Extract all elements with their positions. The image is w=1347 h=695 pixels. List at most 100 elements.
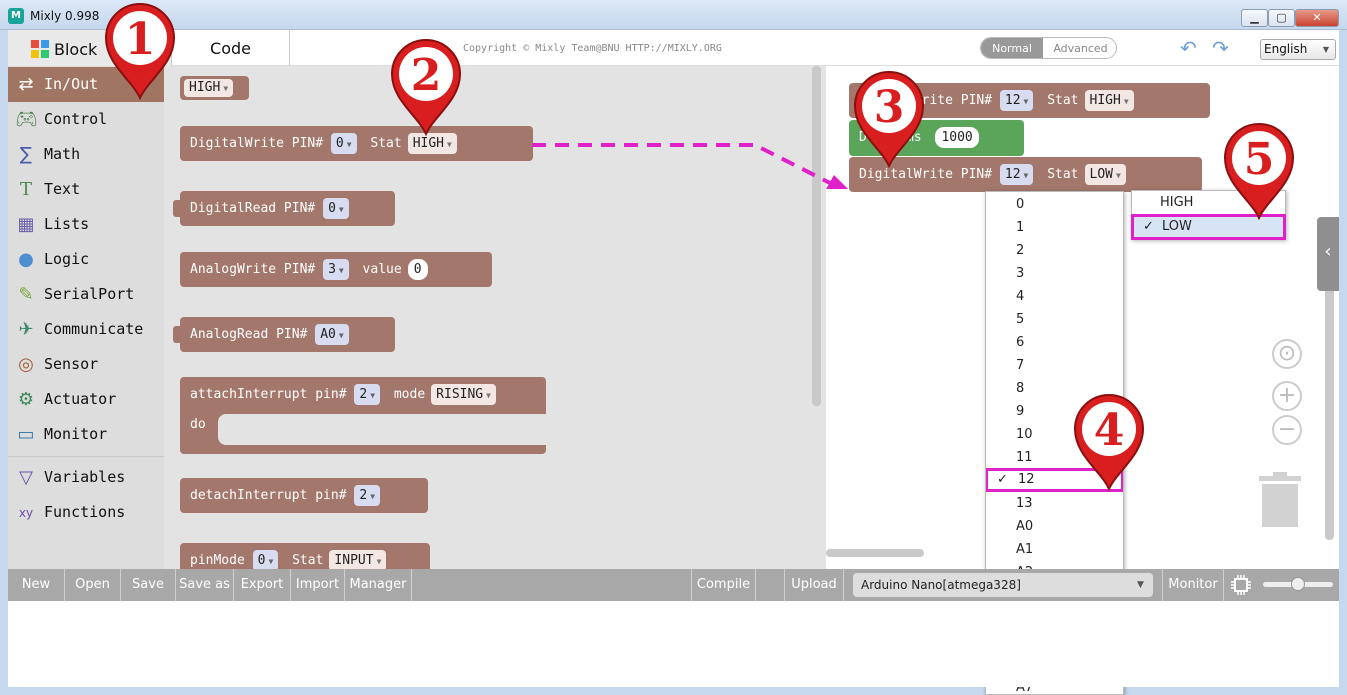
pin-field[interactable]: 0 ▼ bbox=[330, 133, 357, 154]
pin-option[interactable]: 5 bbox=[986, 308, 1123, 331]
pin-option[interactable]: 0 bbox=[986, 193, 1123, 216]
language-select[interactable]: English ▼ bbox=[1260, 39, 1336, 60]
workspace-vertical-scrollbar[interactable] bbox=[1325, 288, 1334, 540]
tab-code[interactable]: Code bbox=[172, 30, 290, 66]
category-actuator[interactable]: ⚙ Actuator bbox=[8, 382, 164, 417]
stat-field[interactable]: HIGH ▼ bbox=[1084, 90, 1134, 111]
mode-toggle[interactable]: Normal Advanced bbox=[980, 37, 1117, 59]
zoom-in-icon[interactable]: + bbox=[1272, 381, 1302, 411]
pin-value: 0 bbox=[328, 201, 336, 216]
export-button[interactable]: Export bbox=[234, 569, 291, 601]
open-button[interactable]: Open bbox=[65, 569, 121, 601]
variables-icon: ▽ bbox=[19, 467, 33, 488]
pin-field[interactable]: 0 ▼ bbox=[323, 198, 349, 219]
chevron-down-icon: ▼ bbox=[268, 557, 274, 566]
category-lists[interactable]: ▦ Lists bbox=[8, 207, 164, 242]
flyout-scrollbar[interactable] bbox=[812, 66, 821, 406]
category-text[interactable]: T Text bbox=[8, 172, 164, 207]
digitalread-block[interactable]: DigitalRead PIN# 0 ▼ bbox=[173, 191, 395, 226]
upload-button[interactable]: Upload bbox=[784, 569, 844, 601]
pin-option[interactable]: A0 bbox=[986, 515, 1123, 538]
stat-field[interactable]: LOW ▼ bbox=[1084, 164, 1126, 185]
zoom-slider-handle[interactable] bbox=[1291, 577, 1305, 591]
recenter-icon[interactable]: ⊙ bbox=[1272, 339, 1302, 369]
zoom-out-icon[interactable]: − bbox=[1272, 415, 1302, 445]
block-label: detachInterrupt pin# bbox=[190, 488, 347, 503]
pin-field[interactable]: 12 ▼ bbox=[999, 164, 1034, 185]
category-label: In/Out bbox=[44, 75, 99, 93]
collapse-panel-button[interactable]: ‹ bbox=[1317, 217, 1339, 291]
pin-field[interactable]: 2 ▼ bbox=[354, 485, 381, 506]
pin-field[interactable]: 0 ▼ bbox=[252, 550, 279, 569]
pin-value: 0 bbox=[335, 136, 344, 151]
block-label: DigitalWrite PIN# bbox=[859, 167, 993, 182]
pin-field[interactable]: 12 ▼ bbox=[999, 90, 1034, 111]
attachinterrupt-block[interactable]: attachInterrupt pin# 2 ▼ mode RISING ▼ do bbox=[180, 377, 546, 454]
category-logic[interactable]: ● Logic bbox=[8, 242, 164, 277]
mode-value: RISING bbox=[436, 387, 484, 402]
redo-icon[interactable]: ↷ bbox=[1212, 36, 1229, 60]
analogread-block[interactable]: AnalogRead PIN# A0 ▼ bbox=[173, 317, 395, 352]
chevron-down-icon[interactable]: ▼ bbox=[1128, 573, 1153, 597]
undo-icon[interactable]: ↶ bbox=[1180, 36, 1197, 60]
block-label: pinMode bbox=[190, 553, 245, 568]
pin-field[interactable]: 2 ▼ bbox=[354, 384, 381, 405]
monitor-button[interactable]: Monitor bbox=[1162, 569, 1224, 601]
category-control[interactable]: 🎮︎ Control bbox=[8, 102, 164, 137]
monitor-icon: ▭ bbox=[17, 424, 35, 445]
pin-option[interactable]: 3 bbox=[986, 262, 1123, 285]
chevron-left-icon: ‹ bbox=[1324, 241, 1332, 262]
pin-field[interactable]: 3 ▼ bbox=[323, 259, 349, 280]
pin-option[interactable]: 2 bbox=[986, 239, 1123, 262]
save-as-button[interactable]: Save as bbox=[176, 569, 234, 601]
close-button[interactable]: ✕ bbox=[1295, 9, 1339, 27]
detachinterrupt-block[interactable]: detachInterrupt pin# 2 ▼ bbox=[180, 478, 428, 513]
save-button[interactable]: Save bbox=[121, 569, 176, 601]
stat-field[interactable]: HIGH ▼ bbox=[407, 133, 457, 154]
pin-field[interactable]: A0 ▼ bbox=[315, 324, 349, 345]
pin-option[interactable]: A1 bbox=[986, 538, 1123, 561]
pin-option[interactable]: 6 bbox=[986, 331, 1123, 354]
high-field[interactable]: HIGH ▼ bbox=[184, 78, 234, 97]
digitalwrite-block[interactable]: DigitalWrite PIN# 0 ▼ Stat HIGH ▼ bbox=[180, 126, 533, 161]
tab-blocks-label: Block bbox=[54, 40, 98, 59]
value-field[interactable]: 0 bbox=[407, 259, 428, 280]
category-functions[interactable]: xy Functions bbox=[8, 495, 164, 530]
workspace-horizontal-scrollbar[interactable] bbox=[826, 549, 924, 557]
mode-field[interactable]: RISING ▼ bbox=[431, 384, 496, 405]
window-frame-right bbox=[1339, 30, 1347, 695]
pin-value: 12 bbox=[1004, 167, 1021, 182]
pin-option[interactable]: 1 bbox=[986, 216, 1123, 239]
pin-option[interactable]: 13 bbox=[986, 492, 1123, 515]
output-connector bbox=[173, 326, 181, 343]
window-frame-left bbox=[0, 30, 8, 695]
category-communicate[interactable]: ✈ Communicate bbox=[8, 312, 164, 347]
minimize-button[interactable]: ▁ bbox=[1241, 9, 1268, 27]
pinmode-block[interactable]: pinMode 0 ▼ Stat INPUT ▼ bbox=[180, 543, 430, 569]
pin-option[interactable]: 4 bbox=[986, 285, 1123, 308]
import-button[interactable]: Import bbox=[291, 569, 345, 601]
board-select[interactable]: Arduino Nano[atmega328] bbox=[853, 573, 1153, 597]
analogwrite-block[interactable]: AnalogWrite PIN# 3 ▼ value 0 bbox=[180, 252, 492, 287]
mode-normal-option[interactable]: Normal bbox=[981, 38, 1043, 58]
category-variables[interactable]: ▽ Variables bbox=[8, 460, 164, 495]
high-value: HIGH bbox=[189, 79, 221, 95]
step-marker-3: 3 bbox=[853, 71, 925, 168]
delay-value-field[interactable]: 1000 bbox=[935, 127, 979, 148]
pin-option[interactable]: 7 bbox=[986, 354, 1123, 377]
mode-advanced-option[interactable]: Advanced bbox=[1043, 38, 1116, 58]
compile-button[interactable]: Compile bbox=[691, 569, 756, 601]
maximize-button[interactable]: ▢ bbox=[1268, 9, 1295, 27]
category-math[interactable]: ∑ Math bbox=[8, 137, 164, 172]
chip-icon[interactable] bbox=[1230, 574, 1252, 596]
manager-button[interactable]: Manager bbox=[345, 569, 412, 601]
category-sensor[interactable]: ◎ Sensor bbox=[8, 347, 164, 382]
high-block[interactable]: HIGH ▼ bbox=[180, 76, 249, 100]
do-label: do bbox=[190, 417, 206, 432]
category-monitor[interactable]: ▭ Monitor bbox=[8, 417, 164, 452]
new-button[interactable]: New bbox=[8, 569, 65, 601]
category-serialport[interactable]: ✎ SerialPort bbox=[8, 277, 164, 312]
output-console[interactable] bbox=[8, 601, 1339, 687]
stat-field[interactable]: INPUT ▼ bbox=[329, 550, 387, 569]
trash-icon[interactable] bbox=[1259, 472, 1301, 527]
